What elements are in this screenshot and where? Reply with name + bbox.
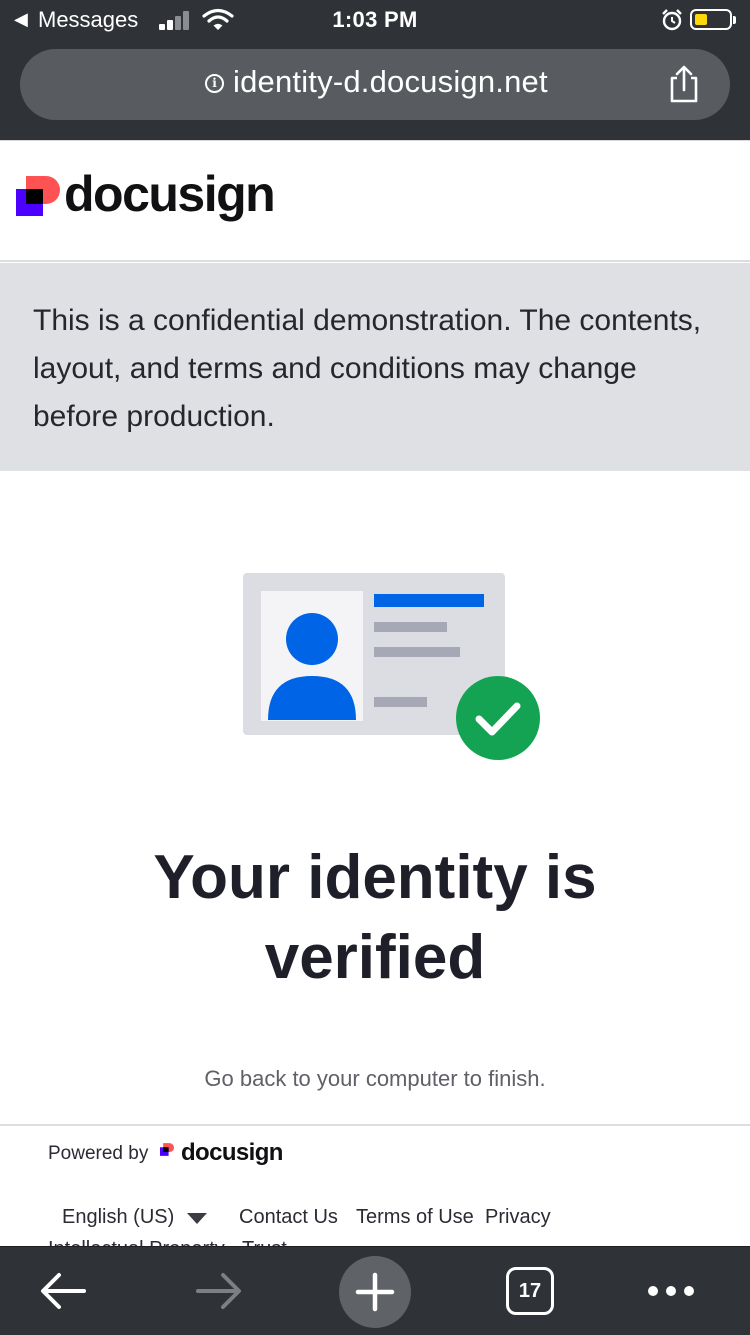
back-icon[interactable] <box>38 1270 88 1312</box>
id-card-illustration <box>243 573 540 760</box>
page-title-line1: Your identity is <box>153 843 597 912</box>
person-head <box>286 613 338 665</box>
battery-icon <box>690 9 736 30</box>
docusign-logo-mark-small <box>160 1143 174 1156</box>
share-icon[interactable] <box>664 63 704 105</box>
instruction-text: Go back to your computer to finish. <box>204 1066 546 1091</box>
powered-by-label: Powered by <box>48 1143 149 1164</box>
id-line-primary <box>374 594 484 607</box>
docusign-logo-text: docusign <box>64 166 276 222</box>
powered-by-brand: docusign <box>181 1139 283 1166</box>
language-select[interactable]: English (US) <box>62 1206 174 1229</box>
info-icon[interactable]: i <box>205 74 224 93</box>
status-bar: ◀ Messages 1:03 PM <box>0 0 750 40</box>
id-line <box>374 697 427 707</box>
chevron-down-icon[interactable] <box>187 1213 207 1224</box>
privacy-link[interactable]: Privacy <box>485 1206 551 1229</box>
browser-toolbar: 17 <box>0 1246 750 1335</box>
tabs-icon[interactable]: 17 <box>506 1267 554 1315</box>
verified-badge <box>456 676 540 760</box>
clock: 1:03 PM <box>332 7 418 32</box>
url-text[interactable]: identity-d.docusign.net <box>233 64 548 100</box>
site-footer: Powered by docusign English (US) Contact… <box>0 1124 750 1248</box>
forward-icon[interactable] <box>194 1270 244 1312</box>
disclaimer-banner: This is a confidential demonstration. Th… <box>0 263 750 471</box>
page-title: Your identity is verified <box>0 838 750 998</box>
address-bar[interactable]: i identity-d.docusign.net <box>20 49 730 120</box>
new-tab-icon <box>355 1272 395 1312</box>
page-title-line2: verified <box>264 923 486 992</box>
disclaimer-text: This is a confidential demonstration. Th… <box>33 304 702 433</box>
id-line <box>374 647 460 657</box>
more-icon[interactable] <box>646 1281 696 1301</box>
site-header: docusign <box>0 140 750 262</box>
browser-chrome: ◀ Messages 1:03 PM i identity-d.docusign… <box>0 0 750 140</box>
contact-us-link[interactable]: Contact Us <box>239 1206 338 1229</box>
id-line <box>374 622 447 632</box>
new-tab-button[interactable] <box>339 1256 411 1328</box>
terms-of-use-link[interactable]: Terms of Use <box>356 1206 474 1229</box>
docusign-logo-mark <box>16 176 60 216</box>
alarm-icon <box>662 9 682 31</box>
